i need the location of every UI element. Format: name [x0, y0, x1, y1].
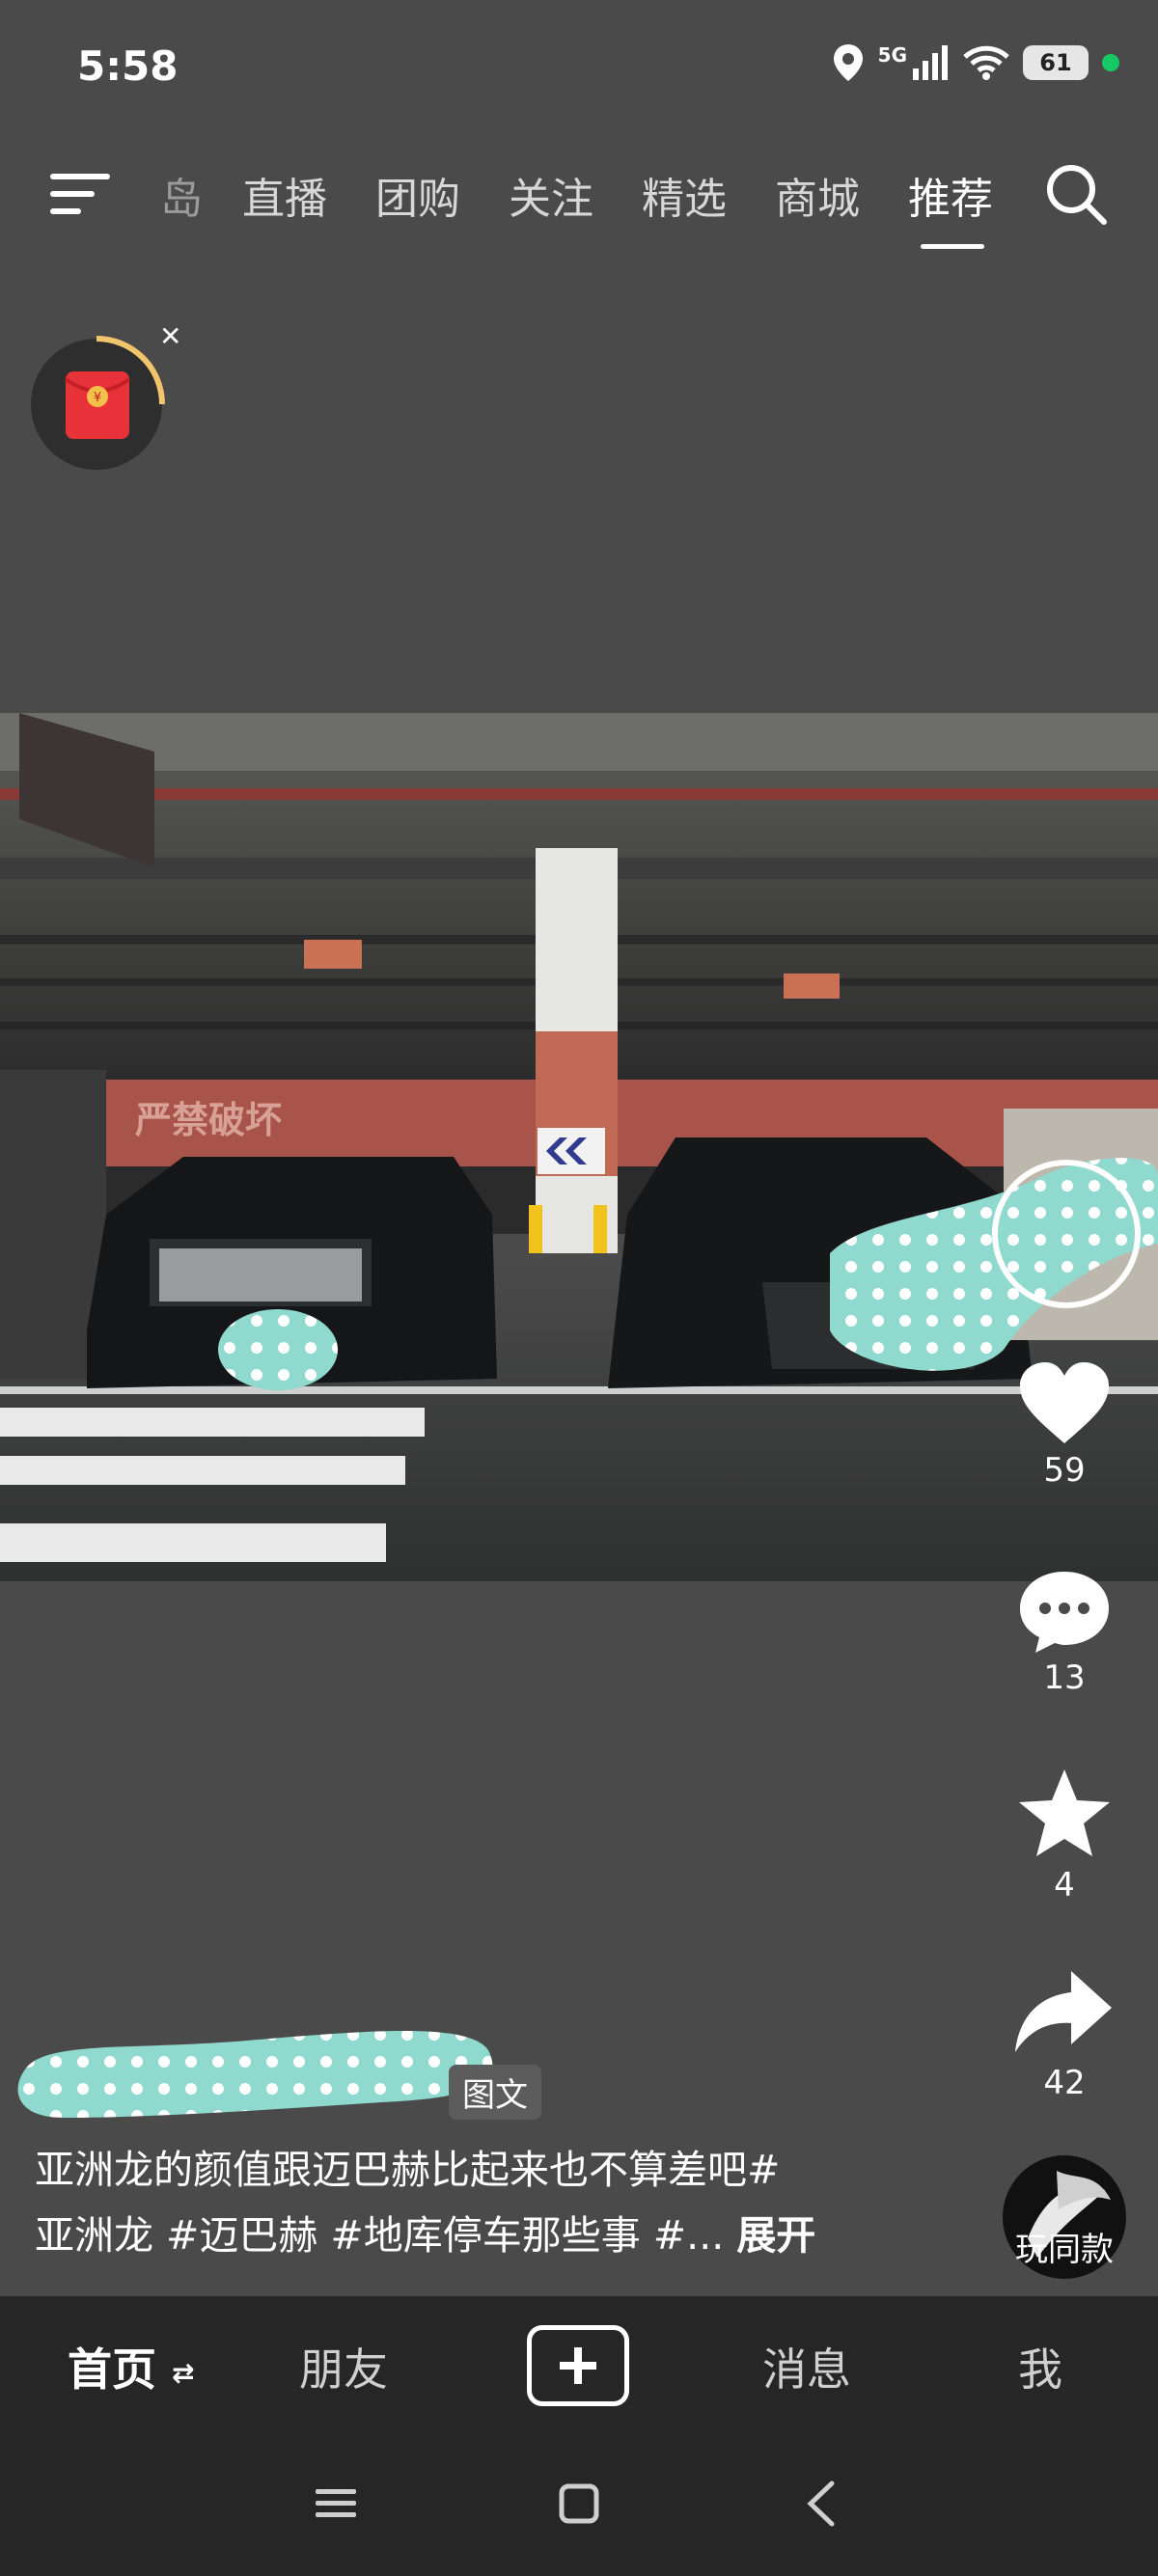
nav-home[interactable]: 首页 ⇄	[68, 2335, 194, 2398]
nav-me[interactable]: 我	[1018, 2335, 1062, 2398]
create-post-button[interactable]	[527, 2325, 629, 2406]
no-damage-sign: 严禁破坏	[135, 1099, 282, 1141]
post-type-tag: 图文	[449, 2065, 541, 2120]
nav-friends[interactable]: 朋友	[299, 2335, 388, 2398]
tab-featured[interactable]: 精选	[618, 164, 751, 226]
privacy-indicator-dot	[1102, 54, 1119, 71]
caption-line-2: 亚洲龙 #迈巴赫 #地库停车那些事 #... 展开	[35, 2203, 923, 2268]
back-arrow-icon[interactable]	[803, 2480, 841, 2528]
nav-tabs: 岛 直播 团购 关注 精选 商城 推荐	[145, 164, 1017, 249]
caption-hashtags: 亚洲龙 #迈巴赫 #地库停车那些事 #...	[35, 2212, 725, 2259]
search-icon[interactable]	[1042, 160, 1110, 228]
share-icon[interactable]	[1011, 1963, 1117, 2060]
like-action[interactable]: 59	[992, 1360, 1137, 1490]
red-packet-icon: ¥	[31, 336, 165, 470]
switch-arrows-icon: ⇄	[172, 2357, 195, 2389]
system-nav-bar	[0, 2441, 1158, 2576]
star-icon[interactable]	[1016, 1766, 1113, 1862]
heart-icon[interactable]	[1016, 1360, 1113, 1447]
status-bar: 5:58 5G 61	[0, 0, 1158, 135]
nav-home-label: 首页	[68, 2343, 156, 2396]
red-packet-widget[interactable]: ¥	[27, 333, 172, 478]
comment-count: 13	[1043, 1658, 1086, 1697]
like-count: 59	[1043, 1451, 1086, 1490]
tab-island[interactable]: 岛	[145, 164, 218, 226]
network-label: 5G	[877, 43, 907, 67]
plus-icon	[560, 2347, 596, 2384]
post-photo[interactable]: 严禁破坏	[0, 713, 1158, 1581]
bottom-nav: 首页 ⇄ 朋友 消息 我	[0, 2296, 1158, 2441]
tab-mall[interactable]: 商城	[751, 164, 884, 226]
home-square-icon[interactable]	[558, 2481, 600, 2526]
expand-caption-button[interactable]: 展开	[736, 2212, 815, 2259]
caption-line-1: 亚洲龙的颜值跟迈巴赫比起来也不算差吧#	[35, 2147, 781, 2193]
battery-icon: 61	[1023, 45, 1089, 80]
status-time: 5:58	[77, 42, 179, 90]
status-icons: 5G 61	[832, 42, 1119, 83]
tab-live[interactable]: 直播	[218, 164, 351, 226]
same-style-action[interactable]: 玩同款	[992, 2151, 1137, 2287]
svg-text:¥: ¥	[94, 391, 101, 405]
comment-action[interactable]: 13	[992, 1568, 1137, 1697]
comment-icon[interactable]	[1016, 1568, 1113, 1655]
tab-group-buy[interactable]: 团购	[351, 164, 484, 226]
share-count: 42	[1043, 2064, 1086, 2102]
parking-garage-image: 严禁破坏	[0, 713, 1158, 1581]
top-nav: 岛 直播 团购 关注 精选 商城 推荐	[0, 145, 1158, 251]
wifi-icon	[963, 45, 1009, 80]
same-style-label: 玩同款	[1015, 2231, 1114, 2269]
tab-following[interactable]: 关注	[484, 164, 618, 226]
nav-messages[interactable]: 消息	[762, 2335, 851, 2398]
location-icon	[833, 44, 863, 81]
share-action[interactable]: 42	[992, 1963, 1137, 2102]
privacy-blur	[17, 2031, 493, 2118]
signal-icon	[913, 45, 948, 80]
tab-recommend[interactable]: 推荐	[884, 164, 1017, 249]
favorite-count: 4	[1054, 1866, 1075, 1905]
menu-icon[interactable]	[50, 170, 110, 218]
recents-menu-icon[interactable]	[314, 2481, 358, 2526]
favorite-action[interactable]: 4	[992, 1766, 1137, 1905]
red-packet-close-icon[interactable]: ✕	[159, 320, 181, 352]
post-caption[interactable]: 亚洲龙的颜值跟迈巴赫比起来也不算差吧# 亚洲龙 #迈巴赫 #地库停车那些事 #.…	[35, 2137, 923, 2268]
